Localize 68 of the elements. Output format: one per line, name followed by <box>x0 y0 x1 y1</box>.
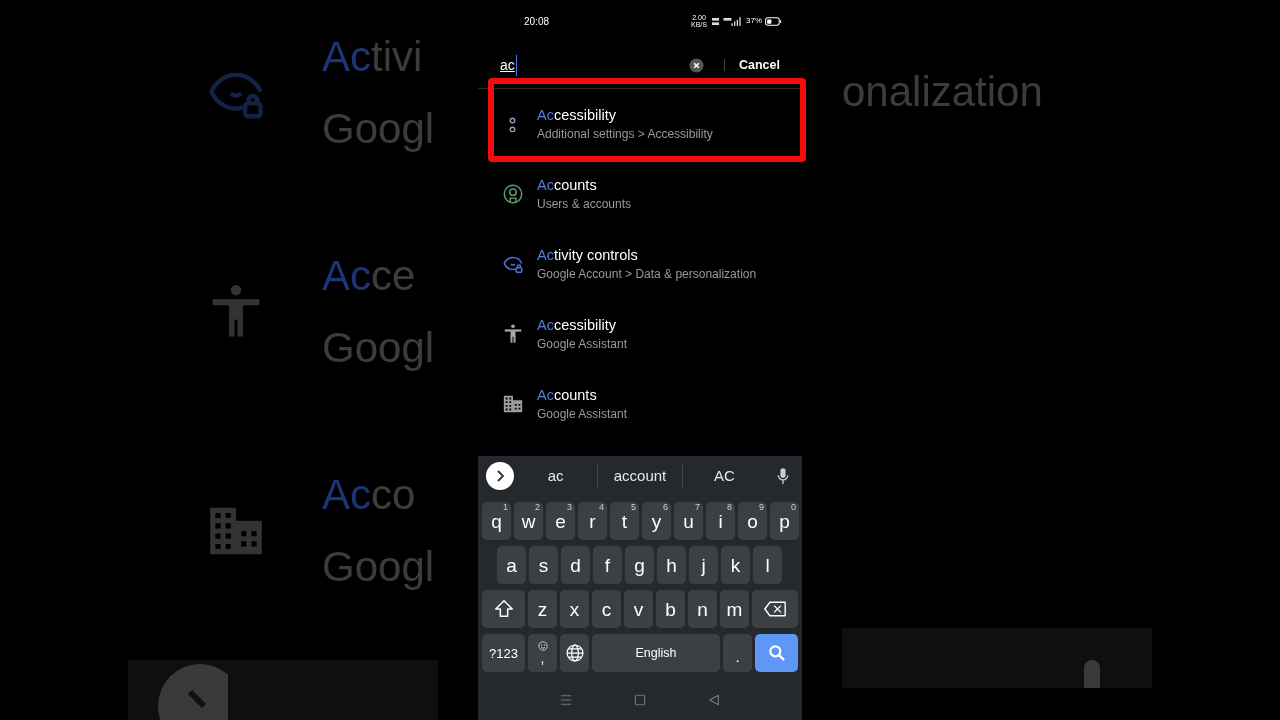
key[interactable]: c <box>592 590 621 628</box>
backdrop-title: Activi <box>322 32 424 83</box>
globe-key[interactable] <box>560 634 589 672</box>
backspace-icon <box>764 601 786 617</box>
symbols-key[interactable]: ?123 <box>482 634 525 672</box>
clear-icon[interactable] <box>689 57 704 73</box>
result-subtitle: Users & accounts <box>537 196 632 213</box>
result-subtitle: Google Account > Data & personalization <box>537 266 757 283</box>
result-title: Accounts <box>537 386 598 405</box>
emoji-comma-key[interactable]: , <box>528 634 557 672</box>
search-result[interactable]: Accounts Users & accounts <box>478 159 802 229</box>
key[interactable]: j <box>689 546 718 584</box>
key[interactable]: a <box>497 546 526 584</box>
key[interactable]: n <box>688 590 717 628</box>
status-time: 20:08 <box>524 14 550 29</box>
key[interactable]: k <box>721 546 750 584</box>
battery-icon <box>765 16 782 26</box>
period-key[interactable]: . <box>723 634 752 672</box>
search-field[interactable]: ac <box>500 54 517 76</box>
result-subtitle: Google Assistant <box>537 406 628 423</box>
key[interactable]: v <box>624 590 653 628</box>
key[interactable]: h <box>657 546 686 584</box>
search-result[interactable]: Accessibility Additional settings > Accessibility <box>478 89 802 159</box>
result-title: Activity controls <box>537 246 639 265</box>
key[interactable]: d <box>561 546 590 584</box>
user-circle-icon <box>502 183 524 205</box>
signal-icon <box>712 15 742 27</box>
backdrop-subtitle: Googl <box>322 104 435 155</box>
result-subtitle: Additional settings > Accessibility <box>537 126 713 143</box>
suggestion[interactable]: ac <box>514 464 598 488</box>
search-result[interactable]: Activity controls Google Account > Data & personalization <box>478 229 802 299</box>
cancel-button[interactable]: Cancel <box>739 55 780 75</box>
building-icon <box>502 393 524 415</box>
result-title: Accessibility <box>537 106 617 125</box>
suggestion[interactable]: AC <box>681 464 766 488</box>
key[interactable]: x <box>560 590 589 628</box>
result-subtitle: Google Assistant <box>537 336 628 353</box>
result-title: Accounts <box>537 176 598 195</box>
search-result[interactable]: Accounts Google Assistant <box>478 369 802 439</box>
battery-percent: 37% <box>746 15 762 27</box>
key[interactable]: g <box>625 546 654 584</box>
search-key[interactable] <box>755 634 798 672</box>
backdrop-subtitle: Googl <box>322 541 435 592</box>
globe-icon <box>564 643 585 663</box>
search-result[interactable]: Accessibility Google Assistant <box>478 299 802 369</box>
key[interactable]: z <box>528 590 557 628</box>
shift-icon <box>492 598 515 620</box>
space-key[interactable]: English <box>592 634 720 672</box>
backspace-key[interactable] <box>752 590 798 628</box>
suggestion[interactable]: account <box>597 464 682 488</box>
menu-icon[interactable] <box>560 694 572 706</box>
search-icon <box>766 643 787 663</box>
key[interactable]: f <box>593 546 622 584</box>
shift-key[interactable] <box>482 590 525 628</box>
key[interactable]: l <box>753 546 782 584</box>
key[interactable]: m <box>720 590 749 628</box>
backdrop-subtitle: onalization <box>842 67 1044 117</box>
backdrop-title: Acco <box>322 469 417 520</box>
dots-icon <box>509 116 516 132</box>
backdrop-subtitle: Googl <box>322 323 435 373</box>
result-title: Accessibility <box>537 316 617 335</box>
accessibility-icon <box>502 323 524 345</box>
smiley-icon <box>537 641 548 651</box>
key[interactable]: b <box>656 590 685 628</box>
key[interactable]: s <box>529 546 558 584</box>
back-triangle-icon[interactable] <box>708 694 720 706</box>
home-square-icon[interactable] <box>634 694 646 706</box>
backdrop-title: Acce <box>322 251 417 301</box>
